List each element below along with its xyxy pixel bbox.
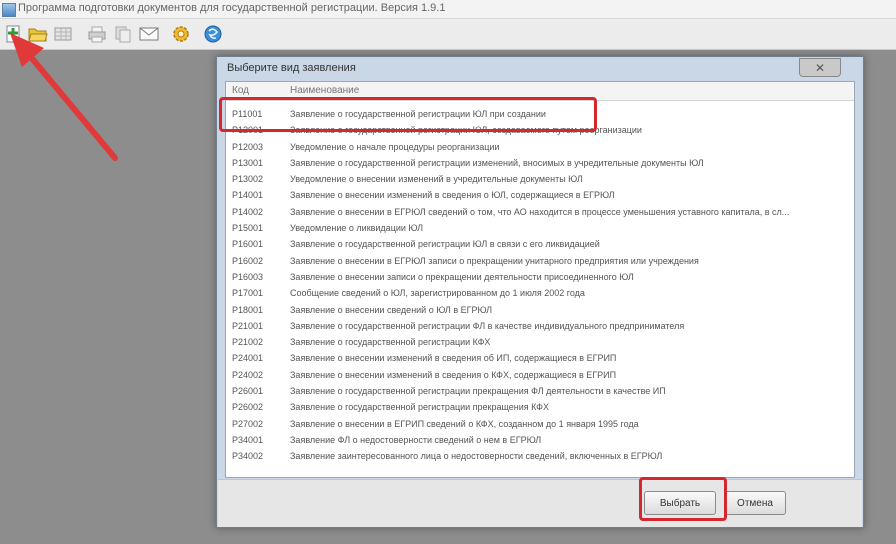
annotation-arrow — [10, 33, 118, 161]
